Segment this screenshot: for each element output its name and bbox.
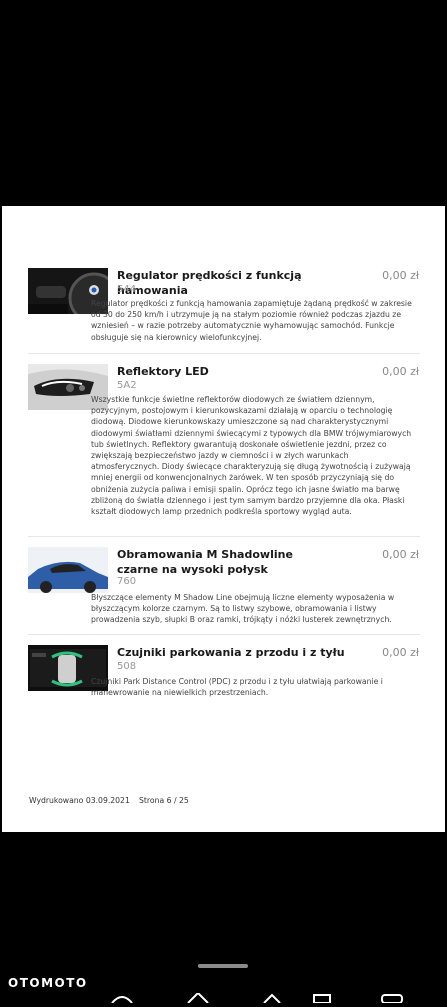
page-number: Strona 6 / 25: [139, 796, 189, 805]
item-title: Regulator prędkości z funkcją hamowania: [117, 269, 302, 297]
item-code: 508: [117, 661, 137, 672]
divider: [28, 634, 420, 635]
item-description: Regulator prędkości z funkcją hamowania …: [91, 299, 412, 342]
document-page: Regulator prędkości z funkcją hamowania …: [2, 206, 445, 832]
item-title: Obramowania M Shadowline czarne na wysok…: [117, 548, 293, 576]
item-description: Błyszczące elementy M Shadow Line obejmu…: [91, 593, 395, 625]
print-date: Wydrukowano 03.09.2021: [29, 796, 130, 805]
item-code: 5A2: [117, 380, 137, 391]
car-side-image: [28, 547, 108, 593]
app-logo: OTOMOTO: [8, 976, 88, 990]
item-price: 0,00 zł: [382, 365, 419, 378]
bottom-sheet-handle[interactable]: [198, 964, 248, 968]
item-price: 0,00 zł: [382, 646, 419, 659]
divider: [28, 536, 420, 537]
item-title: Reflektory LED: [117, 365, 209, 378]
item-code: 544: [117, 284, 137, 295]
item-price: 0,00 zł: [382, 548, 419, 561]
option-item: Obramowania M Shadowline czarne na wysok…: [28, 547, 419, 637]
option-item: Czujniki parkowania z przodu i z tyłu 0,…: [28, 645, 419, 705]
item-code: 760: [117, 576, 137, 587]
item-title: Czujniki parkowania z przodu i z tyłu: [117, 646, 345, 659]
item-description: Wszystkie funkcje świetlne reflektorów d…: [91, 395, 412, 517]
item-price: 0,00 zł: [382, 269, 419, 282]
divider: [28, 353, 420, 354]
option-item: Reflektory LED 0,00 zł 5A2 Wszystkie fun…: [28, 364, 419, 534]
option-item: Regulator prędkości z funkcją hamowania …: [28, 268, 419, 348]
item-description: Czujniki Park Distance Control (PDC) z p…: [91, 677, 383, 698]
